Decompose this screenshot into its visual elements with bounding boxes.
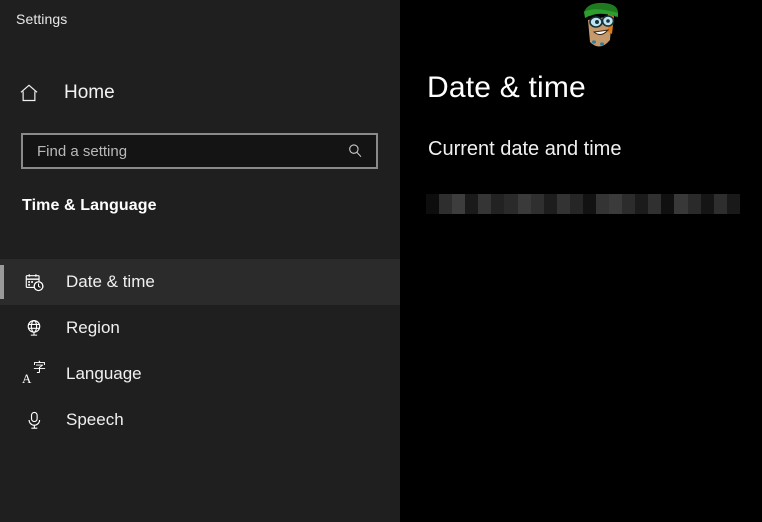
sidebar-item-speech-label: Speech bbox=[66, 410, 124, 430]
sidebar-section-title: Time & Language bbox=[22, 197, 157, 215]
search-icon[interactable] bbox=[340, 135, 376, 167]
search-input[interactable] bbox=[23, 135, 340, 167]
sidebar-item-language-label: Language bbox=[66, 364, 142, 384]
page-title: Date & time bbox=[427, 71, 586, 105]
sidebar-item-speech[interactable]: Speech bbox=[0, 397, 400, 443]
sidebar: Settings Home Time & Language bbox=[0, 0, 400, 522]
calendar-clock-icon bbox=[22, 270, 46, 294]
cartoon-face-watermark bbox=[568, 0, 632, 54]
sidebar-item-date-and-time[interactable]: Date & time bbox=[0, 259, 400, 305]
sidebar-item-home[interactable]: Home bbox=[16, 76, 115, 110]
sidebar-item-language[interactable]: A 字 Language bbox=[0, 351, 400, 397]
settings-window: Settings Home Time & Language bbox=[0, 0, 762, 522]
globe-icon bbox=[22, 316, 46, 340]
section-heading: Current date and time bbox=[428, 138, 621, 161]
content-panel: Date & time Current date and time Set ti… bbox=[400, 0, 762, 522]
microphone-icon bbox=[22, 408, 46, 432]
sidebar-nav: Date & time Region A 字 bbox=[0, 259, 400, 443]
home-icon bbox=[16, 80, 42, 106]
sidebar-item-region[interactable]: Region bbox=[0, 305, 400, 351]
app-title: Settings bbox=[16, 11, 67, 27]
current-date-time-redacted-value bbox=[426, 194, 740, 214]
search-box[interactable] bbox=[21, 133, 378, 169]
sidebar-item-region-label: Region bbox=[66, 318, 120, 338]
sidebar-item-date-and-time-label: Date & time bbox=[66, 272, 155, 292]
sidebar-item-home-label: Home bbox=[64, 82, 115, 104]
language-icon: A 字 bbox=[22, 362, 46, 386]
